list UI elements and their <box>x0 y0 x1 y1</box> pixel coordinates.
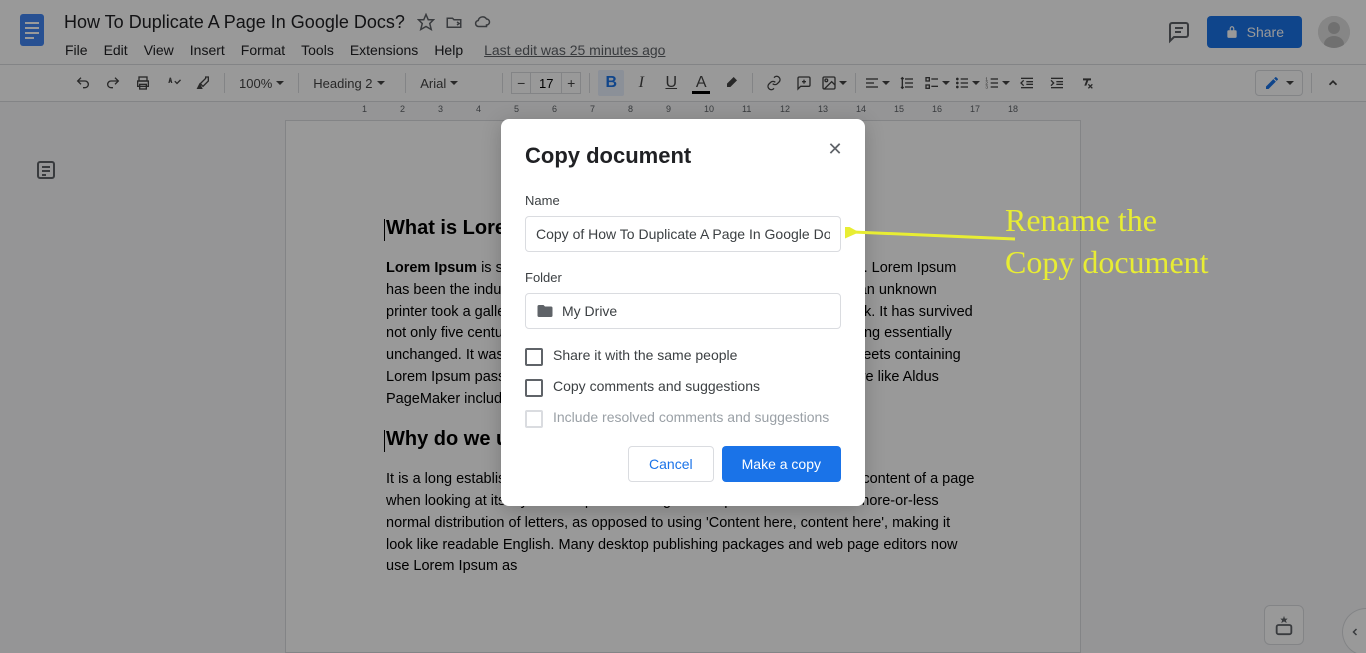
folder-icon <box>536 302 554 320</box>
folder-value: My Drive <box>562 303 617 319</box>
name-label: Name <box>525 193 841 208</box>
make-a-copy-button[interactable]: Make a copy <box>722 446 841 482</box>
copy-comments-checkbox-row[interactable]: Copy comments and suggestions <box>525 378 841 397</box>
checkbox[interactable] <box>525 379 543 397</box>
document-name-input[interactable] <box>525 216 841 252</box>
modal-title: Copy document <box>525 143 841 169</box>
checkbox-disabled <box>525 410 543 428</box>
include-resolved-checkbox-row: Include resolved comments and suggestion… <box>525 409 841 428</box>
cancel-button[interactable]: Cancel <box>628 446 714 482</box>
copy-document-modal: ✕ Copy document Name Folder My Drive Sha… <box>501 119 865 506</box>
share-same-people-checkbox-row[interactable]: Share it with the same people <box>525 347 841 366</box>
folder-label: Folder <box>525 270 841 285</box>
checkbox[interactable] <box>525 348 543 366</box>
modal-close-button[interactable]: ✕ <box>823 137 847 161</box>
folder-select[interactable]: My Drive <box>525 293 841 329</box>
